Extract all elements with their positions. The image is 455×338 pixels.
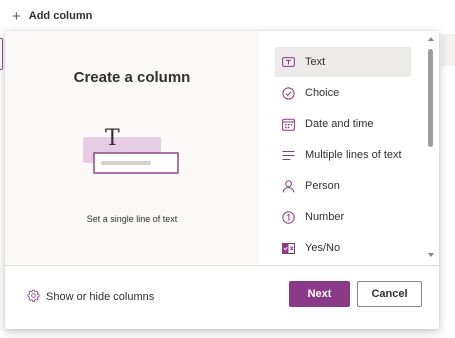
type-label: Person <box>305 180 340 192</box>
number-icon <box>281 210 295 224</box>
choice-check-icon <box>281 86 295 100</box>
person-icon <box>281 179 295 193</box>
type-label: Yes/No <box>305 242 341 254</box>
scroll-up-arrow-icon[interactable] <box>428 37 434 41</box>
type-label: Multiple lines of text <box>305 149 402 161</box>
type-list-scrollbar[interactable] <box>426 35 436 263</box>
preview-description: Set a single line of text <box>86 214 178 224</box>
type-item-text[interactable]: Text <box>275 47 411 77</box>
command-bar: + Add column <box>0 0 455 33</box>
type-item-person[interactable]: Person <box>275 171 411 201</box>
plus-icon: + <box>12 7 21 25</box>
add-column-button[interactable]: + Add column <box>12 6 92 26</box>
footer-divider <box>5 265 439 266</box>
scroll-down-arrow-icon[interactable] <box>428 253 434 257</box>
show-hide-columns-link[interactable]: Show or hide columns <box>27 289 154 305</box>
type-label: Text <box>305 56 326 68</box>
column-preview-pane: Create a column T Set a single line of t… <box>5 31 259 265</box>
type-item-multiple-lines-of-text[interactable]: Multiple lines of text <box>275 140 411 170</box>
create-column-dialog: Create a column T Set a single line of t… <box>5 31 439 329</box>
type-item-number[interactable]: Number <box>275 202 411 232</box>
type-label: Date and time <box>305 118 374 130</box>
next-button[interactable]: Next <box>289 281 350 307</box>
cancel-button[interactable]: Cancel <box>357 281 422 307</box>
show-hide-columns-label: Show or hide columns <box>46 291 155 303</box>
type-label: Number <box>305 211 345 223</box>
text-column-illustration: T <box>83 127 179 174</box>
selected-cell-edge <box>0 38 3 70</box>
calendar-icon <box>281 117 295 131</box>
type-label: Choice <box>305 87 340 99</box>
column-type-list: Text Choice Date and time Multiple lines… <box>259 31 439 265</box>
add-column-label: Add column <box>28 10 93 22</box>
multiline-text-icon <box>281 148 295 162</box>
text-box-icon <box>281 55 295 69</box>
type-item-yes-no[interactable]: Yes/No <box>275 233 411 263</box>
type-item-choice[interactable]: Choice <box>275 78 411 108</box>
scroll-thumb[interactable] <box>428 49 433 147</box>
svg-text:T: T <box>105 127 120 151</box>
gear-icon <box>27 289 40 305</box>
yes-no-toggle-icon <box>281 241 295 255</box>
dialog-title: Create a column <box>73 69 191 86</box>
background-column-header <box>441 34 455 66</box>
type-item-date-and-time[interactable]: Date and time <box>275 109 411 139</box>
